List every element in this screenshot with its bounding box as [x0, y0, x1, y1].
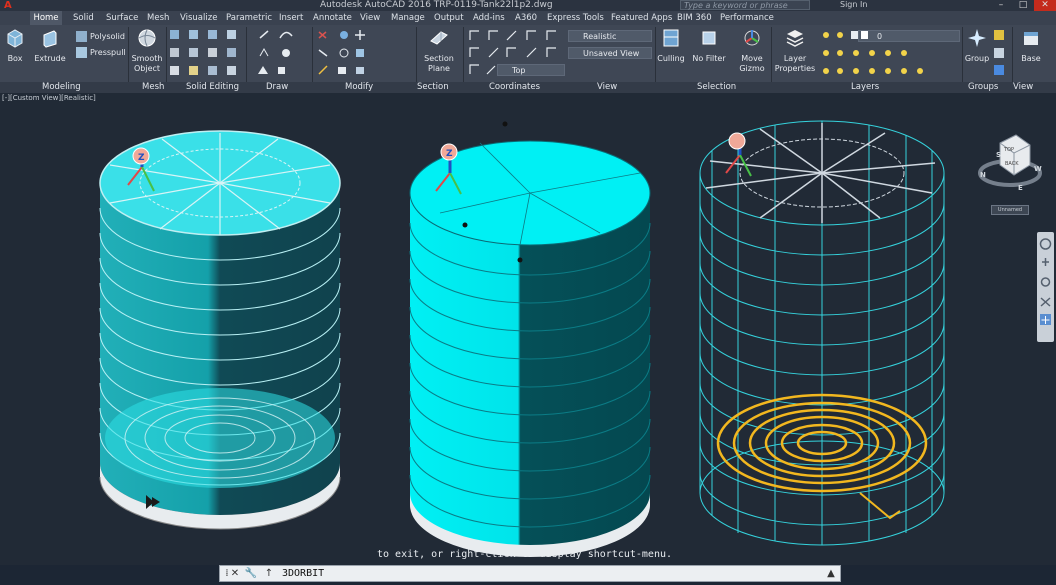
section-plane-icon [430, 31, 448, 45]
layer-tools[interactable] [818, 28, 968, 80]
close-command-icon[interactable]: ✕ [228, 566, 242, 581]
panel-view-2[interactable]: View [1013, 82, 1033, 93]
panel-coordinates[interactable]: Coordinates [489, 82, 540, 93]
panel-groups[interactable]: Groups [968, 82, 998, 93]
ribbon-panel-labels: Modeling Mesh Solid Editing Draw Modify … [0, 82, 1056, 93]
filter-icon [702, 31, 716, 45]
smooth-object-icon [138, 29, 156, 47]
compass-w: W [1034, 165, 1042, 173]
move-gizmo-button[interactable]: Move Gizmo [737, 27, 767, 74]
extrude-icon [43, 30, 57, 48]
tab-insert[interactable]: Insert [279, 11, 303, 25]
presspull-button[interactable]: Presspull [76, 47, 126, 58]
panel-draw[interactable]: Draw [266, 82, 288, 93]
close-icon[interactable]: ✕ [1034, 0, 1056, 11]
culling-icon [663, 29, 679, 47]
viewcube[interactable]: TOP BACK N W E S [978, 134, 1042, 192]
tank-xray[interactable]: Z [99, 130, 341, 530]
culling-button[interactable]: Culling [657, 27, 685, 64]
svg-text:Z: Z [138, 153, 145, 163]
panel-selection[interactable]: Selection [697, 82, 736, 93]
tab-express-tools[interactable]: Express Tools [547, 11, 604, 25]
polysolid-button[interactable]: Polysolid [76, 31, 125, 42]
nav-icons[interactable] [1037, 232, 1054, 342]
move-gizmo-icon [744, 30, 760, 46]
command-line[interactable]: ⁞ ✕ 🔧 ↑ 3DORBIT ▲ [219, 565, 841, 582]
panel-view[interactable]: View [597, 82, 617, 93]
title-bar: A Autodesk AutoCAD 2016 TRP-0119-Tank22l… [0, 0, 1056, 11]
search-input[interactable]: Type a keyword or phrase [680, 0, 810, 10]
navigation-bar [1037, 232, 1054, 342]
extrude-button[interactable]: Extrude [34, 27, 66, 64]
window-title: Autodesk AutoCAD 2016 TRP-0119-Tank22l1p… [320, 0, 553, 10]
command-input[interactable]: 3DORBIT [282, 566, 324, 581]
group-icon [968, 29, 986, 47]
panel-solid-editing[interactable]: Solid Editing [186, 82, 239, 93]
tab-visualize[interactable]: Visualize [180, 11, 217, 25]
maximize-icon[interactable]: □ [1012, 0, 1034, 11]
tab-manage[interactable]: Manage [391, 11, 425, 25]
tank-solid[interactable]: Z [409, 121, 651, 558]
tab-view[interactable]: View [360, 11, 380, 25]
presspull-icon [76, 47, 87, 58]
tab-parametric[interactable]: Parametric [226, 11, 272, 25]
tank-wireframe[interactable] [699, 120, 945, 546]
layer-properties-button[interactable]: Layer Properties [773, 27, 817, 74]
tab-solid[interactable]: Solid [73, 11, 94, 25]
ucs-view-dropdown[interactable]: Top [497, 64, 565, 76]
tab-bim-360[interactable]: BIM 360 [677, 11, 712, 25]
visual-style-dropdown[interactable]: Realistic [568, 30, 652, 42]
smooth-object-button[interactable]: Smooth Object [131, 27, 163, 74]
compass-s: S [996, 151, 1001, 159]
compass-e: E [1018, 184, 1023, 192]
autocad-logo-icon[interactable]: A [4, 0, 18, 11]
tab-featured-apps[interactable]: Featured Apps [611, 11, 672, 25]
polysolid-icon [76, 31, 87, 42]
panel-modeling[interactable]: Modeling [42, 82, 81, 93]
viewcube-back-label: BACK [1005, 161, 1019, 167]
panel-layers[interactable]: Layers [851, 82, 879, 93]
drawing-viewport[interactable]: [-][Custom View][Realistic] Z Z TOP BACK… [0, 93, 1056, 565]
ribbon-tabs: Home Solid Surface Mesh Visualize Parame… [0, 11, 1056, 25]
command-prompt-history: to exit, or right-click to display short… [377, 549, 673, 560]
tab-add-ins[interactable]: Add-ins [473, 11, 505, 25]
viewcube-top-label: TOP [1003, 147, 1014, 153]
tab-mesh[interactable]: Mesh [147, 11, 169, 25]
panel-modify[interactable]: Modify [345, 82, 373, 93]
svg-text:Z: Z [446, 149, 453, 159]
tank-models: Z Z TOP BACK N W E S [99, 120, 1042, 558]
layer-properties-icon [786, 30, 804, 47]
group-tools[interactable] [992, 28, 1008, 78]
panel-mesh[interactable]: Mesh [142, 82, 164, 93]
box-button[interactable]: Box [3, 27, 27, 64]
section-plane-button[interactable]: Section Plane [420, 27, 458, 74]
recent-commands-icon[interactable]: ↑ [262, 566, 276, 581]
window-controls: – □ ✕ [990, 0, 1056, 11]
sign-in-link[interactable]: Sign In [840, 0, 867, 9]
base-view-icon [1024, 32, 1038, 45]
base-button[interactable]: Base [1015, 27, 1047, 64]
tab-a360[interactable]: A360 [515, 11, 537, 25]
group-button[interactable]: Group [963, 27, 991, 64]
minimize-icon[interactable]: – [990, 0, 1012, 11]
box-icon [7, 29, 23, 48]
no-filter-button[interactable]: No Filter [690, 27, 728, 64]
tab-home[interactable]: Home [30, 11, 62, 25]
tab-output[interactable]: Output [434, 11, 464, 25]
ucs-menu[interactable]: Unnamed [991, 205, 1029, 215]
panel-section[interactable]: Section [417, 82, 449, 93]
compass-n: N [980, 171, 986, 179]
tool-icons-grid[interactable] [168, 28, 413, 80]
customize-icon[interactable]: 🔧 [244, 566, 258, 581]
named-view-dropdown[interactable]: Unsaved View [568, 47, 652, 59]
command-history-icon[interactable]: ▲ [824, 566, 838, 581]
tab-surface[interactable]: Surface [106, 11, 138, 25]
tab-annotate[interactable]: Annotate [313, 11, 352, 25]
tab-performance[interactable]: Performance [720, 11, 774, 25]
